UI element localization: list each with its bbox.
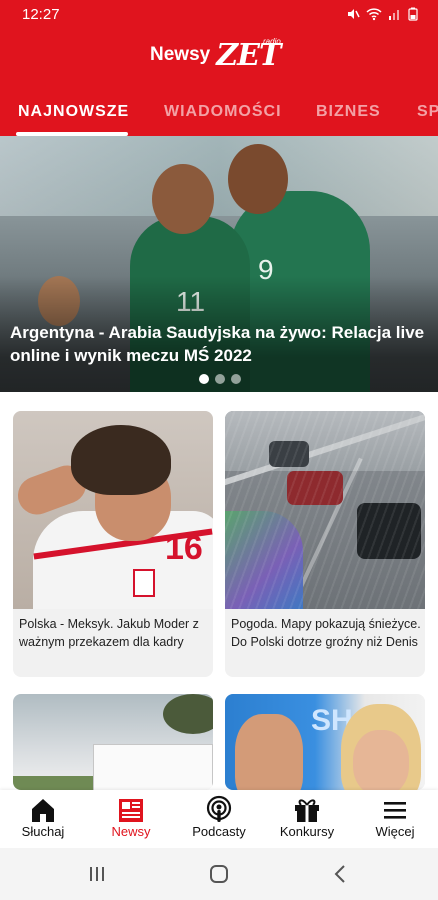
menu-icon [384,802,406,819]
tab-najnowsze[interactable]: NAJNOWSZE [18,103,129,121]
hero-player-right-head [228,144,288,214]
status-time: 12:27 [22,6,60,23]
status-icons [346,7,418,26]
nav-label: Newsy [111,824,151,839]
back-icon[interactable] [326,862,356,886]
hero-player-left-head [152,164,214,234]
image-grass [13,776,93,790]
tab-sport[interactable]: SP [417,103,438,121]
system-nav-bar [0,848,438,900]
home-icon [32,799,54,822]
carousel-dot[interactable] [231,374,241,384]
battery-icon [408,7,418,26]
newspaper-icon [119,799,143,822]
article-card[interactable]: SH [225,694,425,790]
app-logo[interactable]: Newsy ZET radio [150,37,281,72]
hero-title: Argentyna - Arabia Saudyjska na żywo: Re… [10,323,425,365]
app-header: Newsy ZET radio [0,30,438,88]
wifi-icon [366,7,382,26]
category-tabs: NAJNOWSZE WIADOMOŚCI BIZNES SP [0,88,438,136]
logo-radio-text: radio [263,37,281,46]
logo-newsy-text: Newsy [150,44,211,65]
signal-icon [388,7,402,26]
nav-item-konkursy[interactable]: Konkursy [264,790,350,848]
status-bar: 12:27 [0,0,438,30]
image-tree [163,694,213,734]
nav-item-sluchaj[interactable]: Słuchaj [0,790,86,848]
hero-stands [0,136,438,216]
nav-item-podcasty[interactable]: Podcasty [176,790,262,848]
tab-wiadomosci[interactable]: WIADOMOŚCI [164,103,282,121]
mute-icon [346,7,360,26]
tab-biznes[interactable]: BIZNES [316,103,381,121]
carousel-dots [199,374,241,384]
home-button-icon[interactable] [204,862,234,886]
article-image [225,411,425,609]
article-card[interactable] [13,694,213,790]
nav-label: Słuchaj [21,824,65,839]
nav-label: Konkursy [279,824,335,839]
article-image: SH [225,694,425,790]
nav-label: Podcasty [192,824,246,839]
bottom-nav: Słuchaj Newsy Podcasty Konkursy Więcej [0,790,438,848]
image-document [93,744,213,790]
image-hair [71,425,171,495]
carousel-dot[interactable] [215,374,225,384]
image-woman-face [353,730,409,790]
recent-apps-icon[interactable] [82,862,112,886]
article-image: 16 [13,411,213,609]
crest-icon [133,569,155,597]
article-caption: Polska - Meksyk. Jakub Moder z ważnym pr… [19,617,199,649]
nav-item-newsy[interactable]: Newsy [88,790,174,848]
article-caption: Pogoda. Mapy pokazują śnieżyce. Do Polsk… [231,617,421,649]
nav-item-wiecej[interactable]: Więcej [352,790,438,848]
image-snow [225,411,425,609]
article-card[interactable]: 16 Polska - Meksyk. Jakub Moder z ważnym… [13,411,213,677]
article-image [13,694,213,790]
image-jersey-number: 16 [165,529,203,567]
article-card[interactable]: Pogoda. Mapy pokazują śnieżyce. Do Polsk… [225,411,425,677]
carousel-dot[interactable] [199,374,209,384]
nav-label: Więcej [375,824,415,839]
podcast-icon [206,795,232,822]
image-man [235,714,303,790]
gift-icon [295,799,319,822]
hero-article[interactable]: 11 9 Argentyna - Arabia Saudyjska na żyw… [0,136,438,392]
